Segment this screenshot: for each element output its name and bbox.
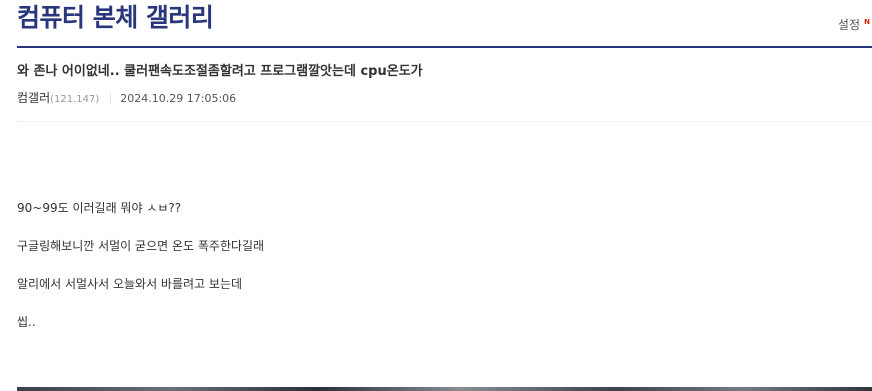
settings-link[interactable]: 설정 [838, 17, 860, 33]
post-image [17, 387, 872, 391]
post-body-line: 90~99도 이러길래 뭐야 ㅅㅂ?? [17, 201, 182, 215]
post-date: 2024.10.29 17:05:06 [120, 92, 237, 105]
gallery-title[interactable]: 컴퓨터 본체 갤러리 [17, 2, 214, 34]
post-meta: 컴갤러(121.147) 2024.10.29 17:05:06 [17, 90, 236, 108]
new-badge: N [864, 18, 870, 26]
meta-divider [110, 93, 112, 103]
gallery-header: 컴퓨터 본체 갤러리 설정 N [17, 0, 872, 48]
post-body: 90~99도 이러길래 뭐야 ㅅㅂ?? 구글링해보니깐 서멀이 굳으면 온도 폭… [17, 200, 857, 352]
author-ip: (121.147) [50, 94, 100, 105]
post-header: 와 존나 어이없네.. 쿨러팬속도조절좀할려고 프로그램깔앗는데 cpu온도가 … [17, 48, 872, 122]
post-title: 와 존나 어이없네.. 쿨러팬속도조절좀할려고 프로그램깔앗는데 cpu온도가 [17, 64, 423, 79]
post-body-line: 씹.. [17, 315, 36, 329]
post-body-line: 알리에서 서멀사서 오늘와서 바를려고 보는데 [17, 277, 243, 291]
post-body-line: 구글링해보니깐 서멀이 굳으면 온도 폭주한다길래 [17, 239, 265, 253]
author-name[interactable]: 컴갤러 [17, 91, 50, 105]
